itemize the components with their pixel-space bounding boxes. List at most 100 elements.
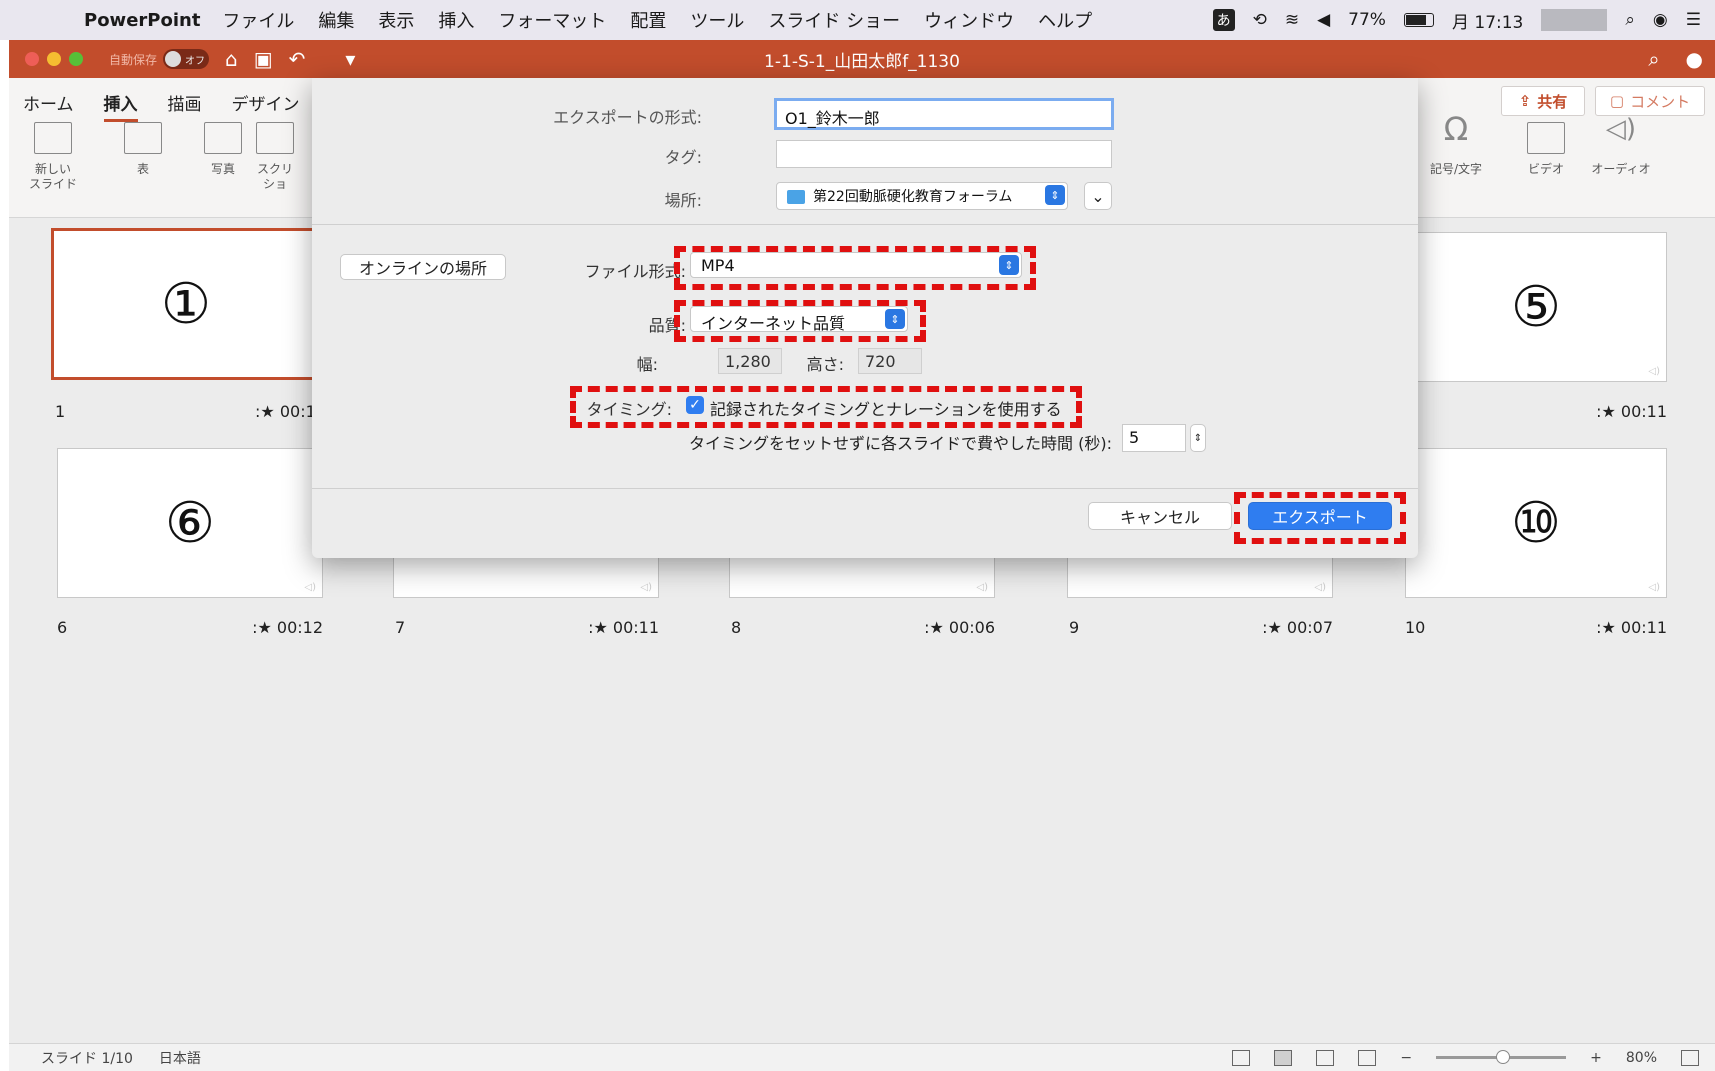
slide-duration-value: 00:11	[612, 618, 659, 637]
quality-select[interactable]: インターネット品質 ⇕	[690, 306, 908, 333]
expand-location-button[interactable]: ⌄	[1084, 182, 1112, 210]
fit-to-window-icon[interactable]	[1681, 1049, 1699, 1066]
account-icon[interactable]: ●	[1686, 47, 1703, 71]
toggle-knob	[165, 51, 182, 67]
battery-icon[interactable]	[1403, 13, 1434, 27]
use-recorded-timings-label: 記録されたタイミングとナレーションを使用する	[710, 400, 1062, 419]
zoom-in-icon[interactable]: +	[1590, 1050, 1602, 1066]
slide-duration: :★ 00:12	[252, 618, 323, 637]
normal-view-icon[interactable]	[1232, 1049, 1251, 1066]
search-icon[interactable]: ⌕	[1648, 47, 1659, 71]
stepper-icon: ⇕	[1193, 432, 1203, 444]
siri-icon[interactable]: ◉	[1653, 10, 1668, 30]
new-slide-button[interactable]: 新しい スライド	[23, 122, 83, 192]
location-select[interactable]: 第22回動脈硬化教育フォーラム ⇕	[776, 182, 1068, 210]
share-button[interactable]: ⇪ 共有	[1501, 86, 1585, 116]
slide-meta: 8:★ 00:06	[731, 618, 995, 637]
cancel-button[interactable]: キャンセル	[1088, 502, 1232, 530]
ribbon-tabs: ホーム 挿入 描画 デザイン	[23, 90, 300, 122]
menu-slideshow[interactable]: スライド ショー	[768, 7, 900, 33]
default-seconds-label: タイミングをセットせずに各スライドで費やした時間 (秒):	[689, 434, 1112, 453]
export-button[interactable]: エクスポート	[1248, 502, 1392, 530]
menu-help[interactable]: ヘルプ	[1038, 7, 1092, 33]
wifi-icon[interactable]: ≋	[1285, 10, 1299, 30]
slide-meta: 10:★ 00:11	[1405, 618, 1667, 637]
clock[interactable]: 月 17:13	[1452, 8, 1523, 33]
menu-view[interactable]: 表示	[378, 7, 414, 33]
time-machine-icon[interactable]: ⟲	[1253, 10, 1267, 30]
slide-number-glyph: ⑤	[1510, 274, 1562, 340]
spotlight-search-icon[interactable]: ⌕	[1625, 10, 1635, 30]
slide-thumbnail[interactable]: ①	[51, 228, 321, 380]
use-recorded-timings-checkbox[interactable]: ✓	[686, 396, 704, 414]
slideshow-view-icon[interactable]	[1358, 1049, 1377, 1066]
photo-button[interactable]: 写真	[193, 122, 253, 177]
quality-label: 品質:	[648, 316, 686, 335]
tab-home[interactable]: ホーム	[23, 90, 74, 122]
default-seconds-field[interactable]: 5	[1122, 424, 1186, 452]
screenshot-button[interactable]: スクリ ショ	[255, 122, 295, 192]
menu-format[interactable]: フォーマット	[498, 7, 606, 33]
table-button[interactable]: 表	[113, 122, 173, 177]
slide-duration-value: 00:07	[1286, 618, 1333, 637]
menu-tools[interactable]: ツール	[690, 7, 744, 33]
zoom-window-icon[interactable]	[69, 52, 83, 66]
slide-meta: 6 :★ 00:12	[57, 618, 323, 637]
tab-design[interactable]: デザイン	[232, 90, 300, 122]
input-method-icon[interactable]: あ	[1212, 9, 1235, 31]
slide-thumbnail[interactable]: ⑥ ◁)	[57, 448, 323, 598]
file-format-select[interactable]: MP4 ⇕	[690, 252, 1022, 278]
document-title-text[interactable]: 1-1-S-1_山田太郎f_1130	[764, 52, 960, 72]
window-title-bar: 自動保存 オフ ⌂ ▣ ↶ ▾ 1-1-S-1_山田太郎f_1130 ⌕ ●	[9, 40, 1715, 78]
menu-edit[interactable]: 編集	[318, 7, 354, 33]
slide-sorter-view-icon[interactable]	[1274, 1049, 1293, 1066]
app-menu[interactable]: PowerPoint	[84, 10, 200, 31]
menu-insert[interactable]: 挿入	[438, 7, 474, 33]
menu-window[interactable]: ウィンドウ	[924, 7, 1014, 33]
online-locations-button[interactable]: オンラインの場所	[340, 254, 506, 280]
symbol-button[interactable]: Ω 記号/文字	[1421, 113, 1491, 177]
user-name-redacted[interactable]	[1541, 9, 1608, 31]
autosave-toggle[interactable]: オフ	[163, 49, 210, 69]
tags-field[interactable]	[776, 140, 1112, 168]
photo-icon	[204, 122, 242, 154]
zoom-out-icon[interactable]: −	[1400, 1050, 1412, 1066]
volume-icon[interactable]: ◀	[1317, 10, 1330, 30]
slide-duration: :★ 00:06	[924, 618, 995, 637]
export-as-field[interactable]: O1_鈴木一郎	[774, 98, 1114, 130]
close-window-icon[interactable]	[25, 52, 39, 66]
reading-view-icon[interactable]	[1316, 1049, 1335, 1066]
zoom-level[interactable]: 80%	[1626, 1050, 1657, 1066]
customize-toolbar-icon[interactable]: ▾	[345, 47, 355, 71]
new-slide-icon	[34, 122, 72, 154]
zoom-slider[interactable]	[1436, 1050, 1567, 1064]
home-icon[interactable]: ⌂	[225, 47, 238, 71]
language[interactable]: 日本語	[159, 1048, 201, 1068]
export-as-label: エクスポートの形式:	[553, 108, 702, 127]
video-button[interactable]: ビデオ	[1521, 122, 1571, 177]
tab-draw[interactable]: 描画	[168, 90, 202, 122]
default-seconds-stepper[interactable]: ⇕	[1190, 424, 1206, 452]
video-label: ビデオ	[1527, 162, 1564, 176]
audio-indicator-icon: ◁)	[976, 582, 988, 593]
slide-thumbnail[interactable]: ⑤ ◁)	[1405, 232, 1667, 382]
comment-button[interactable]: ▢ コメント	[1595, 86, 1705, 116]
audio-indicator-icon: ◁)	[1648, 366, 1660, 377]
save-icon[interactable]: ▣	[254, 47, 273, 71]
slide-duration: :★ 00:07	[1262, 618, 1333, 637]
notification-center-icon[interactable]: ☰	[1686, 10, 1701, 30]
tab-insert[interactable]: 挿入	[103, 90, 138, 122]
menu-file[interactable]: ファイル	[222, 7, 294, 33]
zoom-slider-knob[interactable]	[1495, 1050, 1510, 1064]
audio-button[interactable]: ◁) オーディオ	[1581, 116, 1661, 177]
timing-label: タイミング:	[586, 400, 672, 419]
slide-index: 6	[57, 618, 68, 637]
table-icon	[124, 122, 162, 154]
audio-indicator-icon: ◁)	[304, 582, 316, 593]
screenshot-label: スクリ ショ	[256, 162, 293, 191]
undo-icon[interactable]: ↶	[289, 47, 306, 71]
video-icon	[1527, 122, 1565, 154]
slide-thumbnail[interactable]: ⑩ ◁)	[1405, 448, 1667, 598]
menu-arrange[interactable]: 配置	[630, 7, 666, 33]
minimize-window-icon[interactable]	[47, 52, 61, 66]
